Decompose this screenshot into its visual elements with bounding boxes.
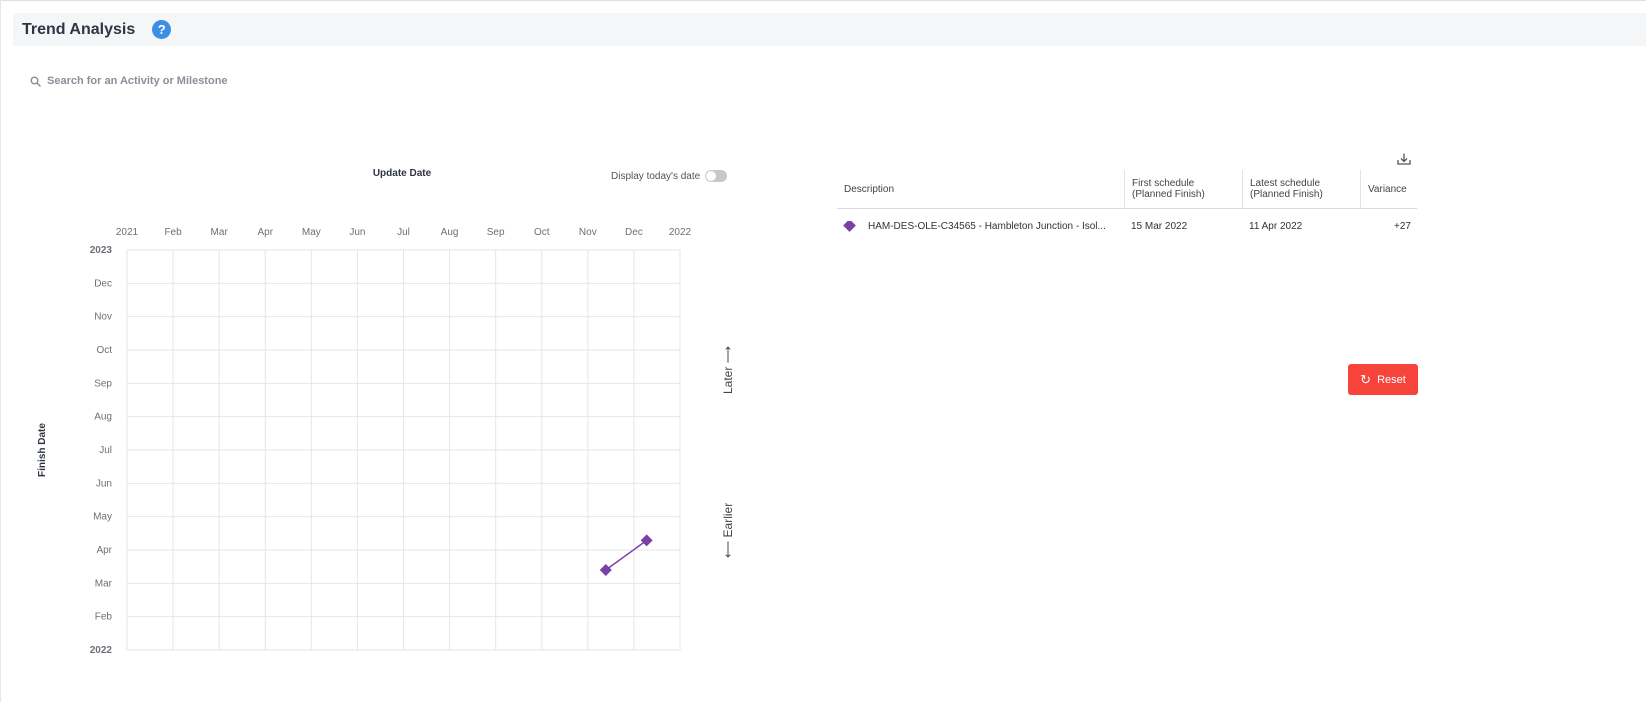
series-line bbox=[605, 539, 648, 571]
y-tick-label: Sep bbox=[94, 378, 112, 389]
chart-series bbox=[599, 534, 653, 576]
column-header-description: Description bbox=[844, 183, 895, 195]
trend-chart: Update Date Finish Date 2021 Feb Mar Apr May… bbox=[37, 168, 692, 656]
data-point-diamond bbox=[599, 564, 612, 576]
y-tick-label: Apr bbox=[96, 545, 112, 556]
row-first-schedule: 15 Mar 2022 bbox=[1131, 220, 1188, 232]
x-tick-label: Apr bbox=[257, 227, 273, 238]
y-axis-title: Finish Date bbox=[37, 423, 48, 477]
y-tick-label: Aug bbox=[94, 412, 112, 423]
arrow-down-icon: ⟵ bbox=[721, 537, 735, 558]
schedule-table: Description First schedule (Planned Fini… bbox=[837, 170, 1417, 243]
x-axis-ticks: 2021 Feb Mar Apr May Jun Jul Aug Sep Oct Nov Dec 202… bbox=[116, 227, 692, 238]
data-point-diamond bbox=[640, 534, 653, 547]
later-label: Later bbox=[721, 366, 735, 394]
x-tick-label: Sep bbox=[487, 227, 505, 238]
arrow-up-icon: ⟶ bbox=[721, 346, 735, 364]
table-row[interactable]: HAM-DES-OLE-C34565 - Hambleton Junction … bbox=[837, 209, 1417, 243]
x-tick-label: 2022 bbox=[669, 227, 692, 238]
x-tick-label: Mar bbox=[211, 227, 229, 238]
reset-label: Reset bbox=[1377, 373, 1406, 386]
x-tick-label: Aug bbox=[441, 227, 459, 238]
y-axis-ticks: 2023 Dec Nov Oct Sep Aug Jul Jun May Apr Mar Feb 202… bbox=[90, 245, 113, 656]
y-tick-label: Jun bbox=[96, 478, 112, 489]
row-latest-schedule: 11 Apr 2022 bbox=[1249, 220, 1303, 232]
page-header: Trend Analysis ? bbox=[13, 13, 1646, 46]
toggle-knob bbox=[706, 171, 717, 181]
display-today-control: Display today's date bbox=[611, 170, 728, 182]
x-tick-label: 2021 bbox=[116, 227, 139, 238]
top-border bbox=[0, 0, 1646, 1]
display-today-label: Display today's date bbox=[611, 170, 701, 182]
x-tick-label: Jul bbox=[397, 227, 410, 238]
row-variance: +27 bbox=[1394, 220, 1411, 232]
y-tick-label: 2023 bbox=[90, 245, 113, 256]
display-today-toggle[interactable] bbox=[705, 170, 728, 182]
search-bar bbox=[30, 72, 430, 90]
row-description-cell: HAM-DES-OLE-C34565 - Hambleton Junction … bbox=[837, 220, 1124, 232]
x-tick-label: Dec bbox=[625, 227, 643, 238]
y-tick-label: 2022 bbox=[90, 645, 113, 656]
y-tick-label: May bbox=[93, 512, 112, 523]
column-header-latest-schedule: Latest schedule (Planned Finish) bbox=[1242, 170, 1360, 208]
x-axis-title: Update Date bbox=[373, 168, 432, 179]
x-tick-label: Jun bbox=[349, 227, 365, 238]
reset-icon: ↻ bbox=[1360, 371, 1372, 387]
milestone-diamond-icon bbox=[843, 220, 856, 232]
help-icon[interactable]: ? bbox=[152, 20, 172, 39]
earlier-indicator: ⟵ Earlier bbox=[721, 503, 735, 558]
row-description: HAM-DES-OLE-C34565 - Hambleton Junction … bbox=[868, 220, 1106, 232]
earlier-label: Earlier bbox=[721, 502, 735, 538]
y-tick-label: Jul bbox=[99, 445, 112, 456]
y-tick-label: Feb bbox=[95, 612, 113, 623]
x-tick-label: Feb bbox=[164, 227, 182, 238]
y-tick-label: Nov bbox=[94, 312, 112, 323]
table-header: Description First schedule (Planned Fini… bbox=[837, 170, 1417, 209]
download-icon[interactable] bbox=[1396, 151, 1412, 167]
column-header-first-schedule: First schedule (Planned Finish) bbox=[1124, 170, 1242, 208]
column-header-variance: Variance bbox=[1360, 170, 1417, 208]
y-tick-label: Mar bbox=[95, 578, 113, 589]
page-title: Trend Analysis bbox=[22, 20, 136, 38]
x-tick-label: Oct bbox=[534, 227, 550, 238]
search-icon bbox=[30, 76, 41, 87]
chart-grid bbox=[126, 249, 681, 651]
later-indicator: Later ⟶ bbox=[721, 346, 735, 394]
y-tick-label: Dec bbox=[94, 278, 112, 289]
search-input[interactable] bbox=[47, 75, 407, 87]
x-tick-label: Nov bbox=[579, 227, 597, 238]
x-tick-label: May bbox=[302, 227, 321, 238]
reset-button[interactable]: ↻ Reset bbox=[1348, 364, 1418, 395]
y-tick-label: Oct bbox=[96, 345, 112, 356]
